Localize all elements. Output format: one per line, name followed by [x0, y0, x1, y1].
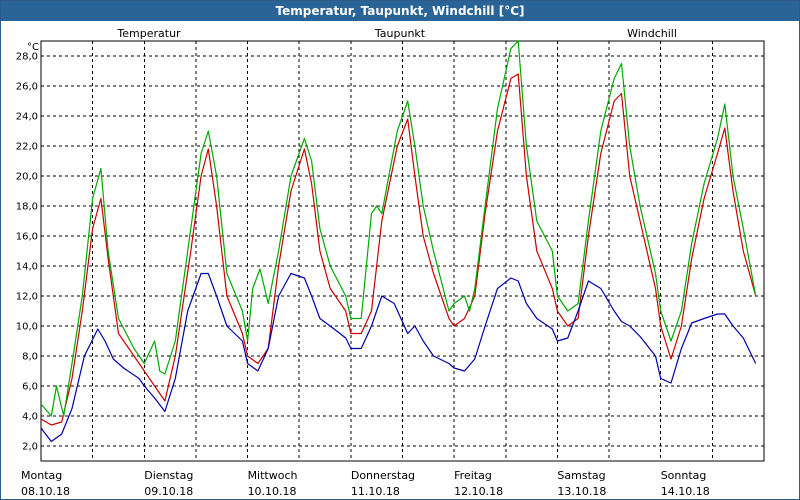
- y-tick-label: 14,0: [16, 262, 38, 273]
- y-tick-label: 12,0: [16, 292, 38, 303]
- x-tick-day: Freitag: [454, 469, 492, 482]
- x-tick-day: Donnerstag: [351, 469, 415, 482]
- x-tick-day: Mittwoch: [248, 469, 298, 482]
- legend-temperatur: Temperatur: [116, 27, 181, 40]
- x-tick-day: Dienstag: [144, 469, 193, 482]
- x-tick-date: 08.10.18: [21, 485, 70, 498]
- x-tick-date: 12.10.18: [454, 485, 503, 498]
- x-tick-day: Samstag: [557, 469, 605, 482]
- legend-windchill: Windchill: [627, 27, 677, 40]
- y-tick-label: 4,0: [22, 412, 38, 423]
- y-tick-label: 6,0: [22, 382, 38, 393]
- chart-svg: 2,0 4,0 6,0 8,0 10,0 12,0 14,0 16,0 18,0 20,0 22,0…: [16, 27, 765, 498]
- y-tick-label: 10,0: [16, 322, 38, 333]
- y-axis-unit: °C: [27, 42, 39, 53]
- legend-taupunkt: Taupunkt: [374, 27, 426, 40]
- x-tick-date: 11.10.18: [351, 485, 400, 498]
- x-tick-date: 13.10.18: [557, 485, 606, 498]
- chart-window: Temperatur, Taupunkt, Windchill [°C] 2,0…: [0, 0, 800, 500]
- x-tick-day: Montag: [21, 469, 62, 482]
- y-tick-label: 16,0: [16, 232, 38, 243]
- y-tick-label: 8,0: [22, 352, 38, 363]
- y-tick-label: 26,0: [16, 82, 38, 93]
- y-tick-label: 2,0: [22, 442, 38, 453]
- x-tick-date: 09.10.18: [144, 485, 193, 498]
- x-tick-date: 14.10.18: [661, 485, 710, 498]
- y-tick-label: 22,0: [16, 142, 38, 153]
- y-tick-label: 18,0: [16, 202, 38, 213]
- x-tick-date: 10.10.18: [248, 485, 297, 498]
- y-tick-label: 24,0: [16, 112, 38, 123]
- y-tick-label: 28,0: [16, 52, 38, 63]
- x-tick-day: Sonntag: [661, 469, 707, 482]
- y-tick-label: 20,0: [16, 172, 38, 183]
